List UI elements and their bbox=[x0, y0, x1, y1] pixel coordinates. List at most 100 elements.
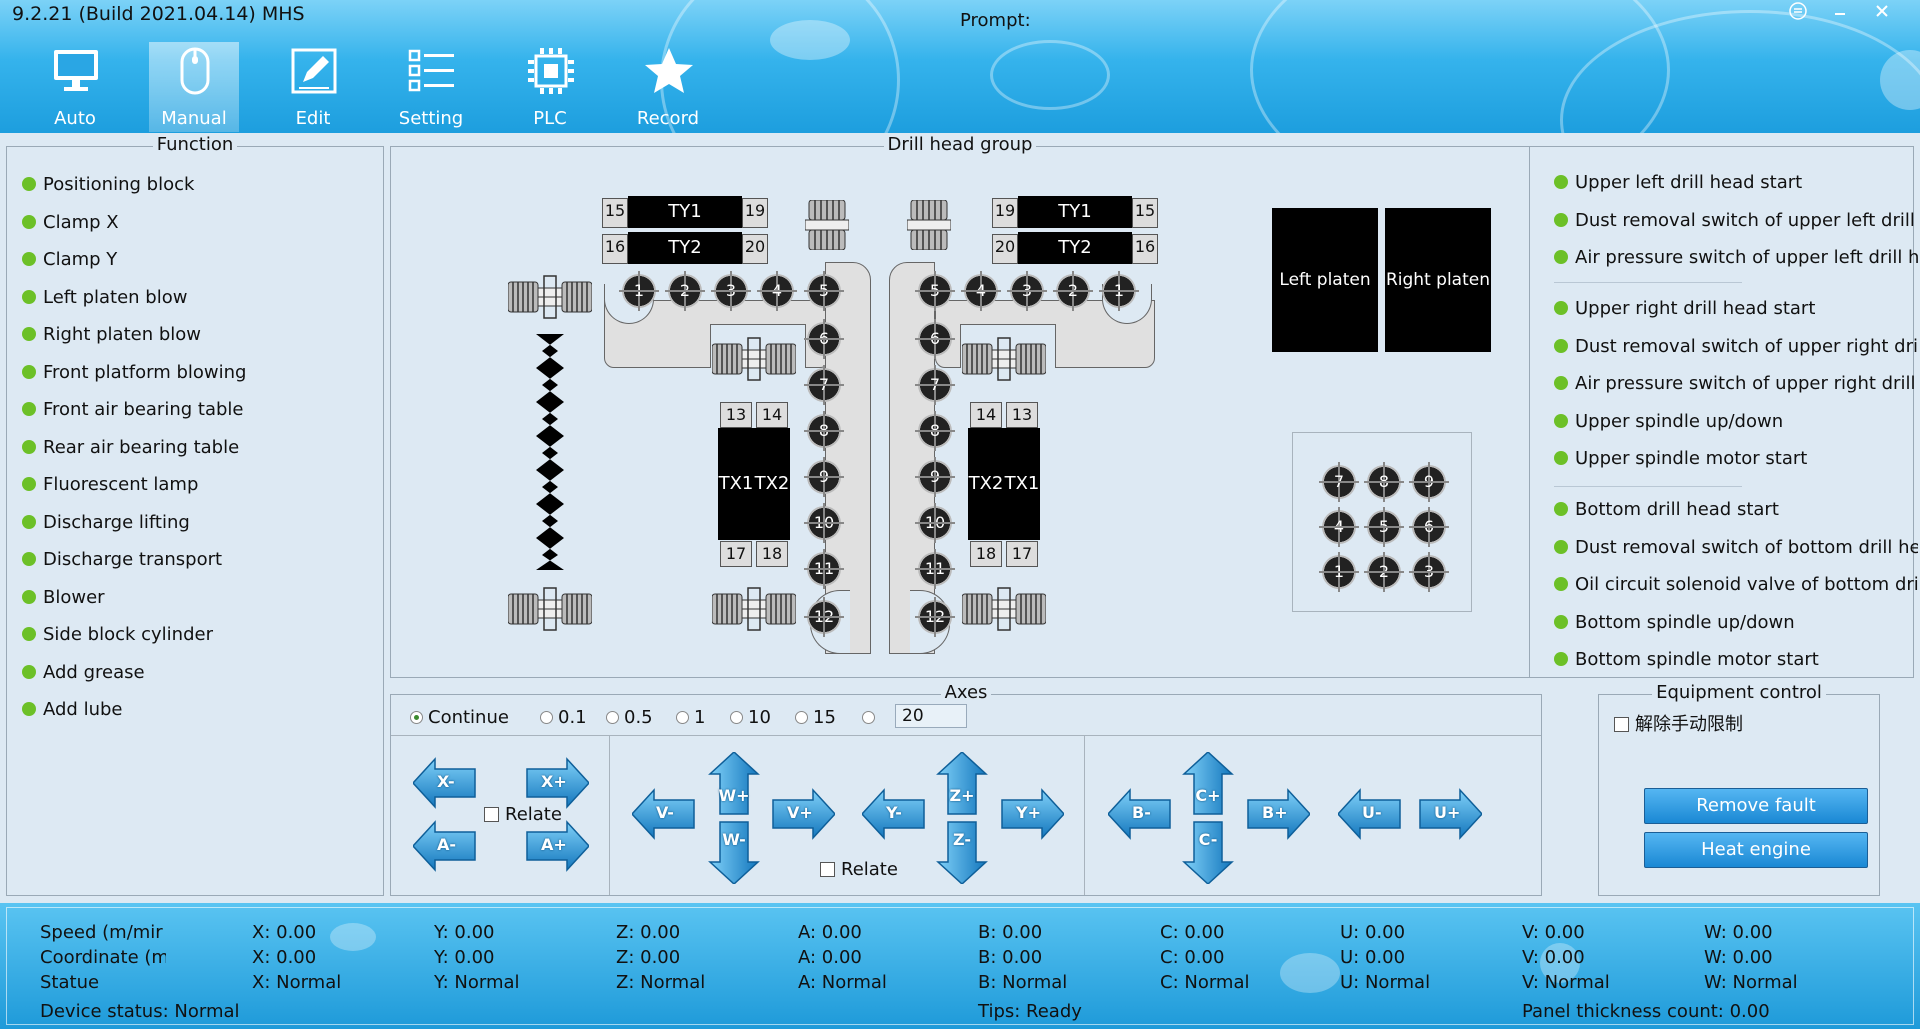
function-item[interactable]: Fluorescent lamp bbox=[22, 474, 198, 496]
step-mode-radio[interactable]: 15 bbox=[795, 707, 836, 729]
drill-hole-r5[interactable]: 5 bbox=[915, 271, 955, 311]
clamp-icon[interactable] bbox=[508, 586, 592, 634]
step-mode-radio[interactable]: 0.1 bbox=[540, 707, 587, 729]
function-item[interactable]: Left platen blow bbox=[22, 287, 187, 309]
drill-status-item[interactable]: Bottom spindle motor start bbox=[1554, 649, 1918, 671]
drill-hole-l11[interactable]: 11 bbox=[804, 549, 844, 589]
drill-hole-l2[interactable]: 2 bbox=[665, 271, 705, 311]
a-plus-button[interactable]: A+ bbox=[525, 818, 589, 874]
drill-status-item[interactable]: Air pressure switch of upper left drill … bbox=[1554, 247, 1918, 269]
tx1-block-right[interactable]: TX1 bbox=[1004, 428, 1040, 540]
drill-status-item[interactable]: Upper spindle motor start bbox=[1554, 448, 1918, 470]
keypad-hole-9[interactable]: 9 bbox=[1409, 462, 1449, 502]
left-platen[interactable]: Left platen bbox=[1272, 208, 1378, 352]
ty2-block[interactable]: TY2 bbox=[628, 232, 742, 264]
drill-hole-l12[interactable]: 12 bbox=[804, 597, 844, 637]
drill-hole-r3[interactable]: 3 bbox=[1007, 271, 1047, 311]
clamp-icon[interactable] bbox=[962, 336, 1046, 384]
drill-hole-r4[interactable]: 4 bbox=[961, 271, 1001, 311]
function-item[interactable]: Clamp X bbox=[22, 212, 119, 234]
tx2-block[interactable]: TX2 bbox=[754, 428, 790, 540]
step-mode-radio[interactable]: 1 bbox=[676, 707, 705, 729]
menu-icon[interactable] bbox=[1778, 2, 1818, 24]
function-item[interactable]: Front platform blowing bbox=[22, 362, 246, 384]
drill-status-item[interactable]: Upper right drill head start bbox=[1554, 298, 1918, 320]
step-mode-radio[interactable] bbox=[862, 707, 880, 729]
drill-hole-r12[interactable]: 12 bbox=[915, 597, 955, 637]
ty1-block[interactable]: TY1 bbox=[628, 196, 742, 228]
drill-hole-r11[interactable]: 11 bbox=[915, 549, 955, 589]
nav-edit[interactable]: Edit bbox=[268, 42, 358, 132]
drill-hole-l3[interactable]: 3 bbox=[711, 271, 751, 311]
clamp-icon[interactable] bbox=[508, 274, 592, 322]
drill-hole-l9[interactable]: 9 bbox=[804, 457, 844, 497]
keypad-hole-8[interactable]: 8 bbox=[1364, 462, 1404, 502]
minimize-icon[interactable] bbox=[1820, 2, 1860, 24]
keypad-hole-6[interactable]: 6 bbox=[1409, 507, 1449, 547]
drill-status-item[interactable]: Bottom drill head start bbox=[1554, 499, 1918, 521]
w-plus-button[interactable]: W+ bbox=[706, 752, 762, 816]
step-mode-radio[interactable]: Continue bbox=[410, 707, 509, 729]
drill-status-item[interactable]: Bottom spindle up/down bbox=[1554, 612, 1918, 634]
nav-record[interactable]: Record bbox=[623, 42, 713, 132]
clamp-icon[interactable] bbox=[712, 586, 796, 634]
v-plus-button[interactable]: V+ bbox=[771, 786, 835, 842]
drill-hole-l10[interactable]: 10 bbox=[804, 503, 844, 543]
function-item[interactable]: Blower bbox=[22, 587, 105, 609]
function-item[interactable]: Right platen blow bbox=[22, 324, 201, 346]
drill-status-item[interactable]: Oil circuit solenoid valve of bottom dri… bbox=[1554, 574, 1918, 596]
drill-hole-l8[interactable]: 8 bbox=[804, 411, 844, 451]
release-limit-checkbox[interactable]: 解除手动限制 bbox=[1614, 714, 1743, 736]
close-icon[interactable] bbox=[1862, 2, 1902, 24]
y-minus-button[interactable]: Y- bbox=[862, 786, 926, 842]
drill-hole-r10[interactable]: 10 bbox=[915, 503, 955, 543]
keypad-hole-3[interactable]: 3 bbox=[1409, 552, 1449, 592]
drill-hole-l4[interactable]: 4 bbox=[757, 271, 797, 311]
x-plus-button[interactable]: X+ bbox=[525, 755, 589, 811]
function-item[interactable]: Rear air bearing table bbox=[22, 437, 239, 459]
drill-hole-r6[interactable]: 6 bbox=[915, 319, 955, 359]
step-mode-radio[interactable]: 0.5 bbox=[606, 707, 653, 729]
relate-checkbox-middle[interactable]: Relate bbox=[820, 859, 898, 881]
custom-step-input[interactable]: 20 bbox=[895, 704, 967, 728]
function-item[interactable]: Side block cylinder bbox=[22, 624, 213, 646]
x-minus-button[interactable]: X- bbox=[413, 755, 477, 811]
function-item[interactable]: Clamp Y bbox=[22, 249, 117, 271]
b-plus-button[interactable]: B+ bbox=[1246, 786, 1310, 842]
nav-plc[interactable]: PLC bbox=[505, 42, 595, 132]
relate-checkbox-left[interactable]: Relate bbox=[484, 804, 562, 826]
drill-hole-r1[interactable]: 1 bbox=[1099, 271, 1139, 311]
keypad-hole-7[interactable]: 7 bbox=[1319, 462, 1359, 502]
c-plus-button[interactable]: C+ bbox=[1180, 752, 1236, 816]
ty2-block-right[interactable]: TY2 bbox=[1018, 232, 1132, 264]
function-item[interactable]: Add grease bbox=[22, 662, 145, 684]
clamp-icon[interactable] bbox=[962, 586, 1046, 634]
keypad-hole-4[interactable]: 4 bbox=[1319, 507, 1359, 547]
clamp-icon[interactable] bbox=[805, 200, 849, 250]
c-minus-button[interactable]: C- bbox=[1180, 820, 1236, 884]
function-item[interactable]: Discharge lifting bbox=[22, 512, 190, 534]
remove-fault-button[interactable]: Remove fault bbox=[1644, 788, 1868, 824]
keypad-hole-2[interactable]: 2 bbox=[1364, 552, 1404, 592]
b-minus-button[interactable]: B- bbox=[1108, 786, 1172, 842]
clamp-icon[interactable] bbox=[907, 200, 951, 250]
drill-status-item[interactable]: Dust removal switch of bottom drill head bbox=[1554, 537, 1918, 559]
tx1-block[interactable]: TX1 bbox=[718, 428, 754, 540]
drill-status-item[interactable]: Air pressure switch of upper right drill… bbox=[1554, 373, 1918, 395]
drill-hole-l7[interactable]: 7 bbox=[804, 365, 844, 405]
drill-status-item[interactable]: Dust removal switch of upper left drill … bbox=[1554, 210, 1918, 232]
ty1-block-right[interactable]: TY1 bbox=[1018, 196, 1132, 228]
function-item[interactable]: Discharge transport bbox=[22, 549, 222, 571]
drill-hole-r9[interactable]: 9 bbox=[915, 457, 955, 497]
drill-hole-l5[interactable]: 5 bbox=[804, 271, 844, 311]
drill-status-item[interactable]: Dust removal switch of upper right drill… bbox=[1554, 336, 1918, 358]
u-plus-button[interactable]: U+ bbox=[1418, 786, 1482, 842]
step-mode-radio[interactable]: 10 bbox=[730, 707, 771, 729]
drill-hole-l1[interactable]: 1 bbox=[619, 271, 659, 311]
a-minus-button[interactable]: A- bbox=[413, 818, 477, 874]
function-item[interactable]: Front air bearing table bbox=[22, 399, 243, 421]
nav-manual[interactable]: Manual bbox=[149, 42, 239, 132]
drill-hole-l6[interactable]: 6 bbox=[804, 319, 844, 359]
keypad-hole-5[interactable]: 5 bbox=[1364, 507, 1404, 547]
z-plus-button[interactable]: Z+ bbox=[934, 752, 990, 816]
